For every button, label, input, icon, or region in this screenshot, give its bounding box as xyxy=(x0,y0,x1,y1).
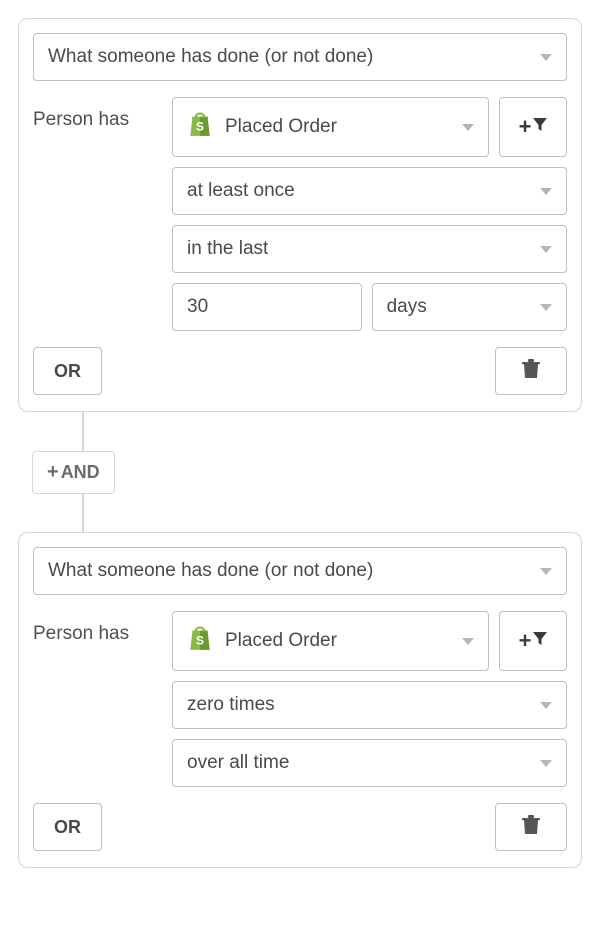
timeframe-dropdown[interactable]: in the last xyxy=(172,225,567,273)
funnel-icon xyxy=(533,632,547,651)
and-label: AND xyxy=(61,462,100,483)
condition-type-label: What someone has done (or not done) xyxy=(48,560,373,582)
chevron-down-icon xyxy=(540,568,552,575)
condition-type-label: What someone has done (or not done) xyxy=(48,46,373,68)
shopify-icon: S xyxy=(187,624,213,658)
chevron-down-icon xyxy=(540,246,552,253)
condition-row: Person has S Placed Order + xyxy=(33,611,567,787)
plus-icon: + xyxy=(47,462,59,482)
condition-type-dropdown[interactable]: What someone has done (or not done) xyxy=(33,33,567,81)
timeframe-label: over all time xyxy=(187,752,289,774)
chevron-down-icon xyxy=(540,188,552,195)
timeframe-dropdown[interactable]: over all time xyxy=(172,739,567,787)
shopify-icon: S xyxy=(187,110,213,144)
chevron-down-icon xyxy=(540,54,552,61)
unit-dropdown[interactable]: days xyxy=(372,283,567,331)
frequency-dropdown[interactable]: zero times xyxy=(172,681,567,729)
condition-row: Person has S Placed Order + xyxy=(33,97,567,331)
svg-text:S: S xyxy=(196,119,204,133)
condition-block: What someone has done (or not done) Pers… xyxy=(18,18,582,412)
or-button[interactable]: OR xyxy=(33,347,102,395)
svg-text:S: S xyxy=(196,633,204,647)
person-has-label: Person has xyxy=(33,611,158,645)
chevron-down-icon xyxy=(462,124,474,131)
chevron-down-icon xyxy=(540,702,552,709)
person-has-label: Person has xyxy=(33,97,158,131)
chevron-down-icon xyxy=(462,638,474,645)
connector: + AND xyxy=(18,412,582,532)
unit-label: days xyxy=(387,296,427,318)
chevron-down-icon xyxy=(540,304,552,311)
event-label: Placed Order xyxy=(225,630,337,652)
frequency-label: at least once xyxy=(187,180,295,202)
event-label: Placed Order xyxy=(225,116,337,138)
amount-input[interactable] xyxy=(172,283,362,331)
plus-icon: + xyxy=(519,630,532,652)
condition-block: What someone has done (or not done) Pers… xyxy=(18,532,582,868)
add-and-button[interactable]: + AND xyxy=(32,451,115,494)
card-footer: OR xyxy=(33,803,567,851)
timeframe-label: in the last xyxy=(187,238,268,260)
event-dropdown[interactable]: S Placed Order xyxy=(172,611,489,671)
add-filter-button[interactable]: + xyxy=(499,611,567,671)
delete-button[interactable] xyxy=(495,347,567,395)
trash-icon xyxy=(522,815,540,840)
fields-column: S Placed Order + at least once xyxy=(172,97,567,331)
condition-type-dropdown[interactable]: What someone has done (or not done) xyxy=(33,547,567,595)
or-label: OR xyxy=(54,817,81,838)
add-filter-button[interactable]: + xyxy=(499,97,567,157)
event-dropdown[interactable]: S Placed Order xyxy=(172,97,489,157)
frequency-dropdown[interactable]: at least once xyxy=(172,167,567,215)
fields-column: S Placed Order + zero times xyxy=(172,611,567,787)
delete-button[interactable] xyxy=(495,803,567,851)
trash-icon xyxy=(522,359,540,384)
or-label: OR xyxy=(54,361,81,382)
card-footer: OR xyxy=(33,347,567,395)
chevron-down-icon xyxy=(540,760,552,767)
funnel-icon xyxy=(533,118,547,137)
or-button[interactable]: OR xyxy=(33,803,102,851)
frequency-label: zero times xyxy=(187,694,275,716)
amount-row: days xyxy=(172,283,567,331)
plus-icon: + xyxy=(519,116,532,138)
